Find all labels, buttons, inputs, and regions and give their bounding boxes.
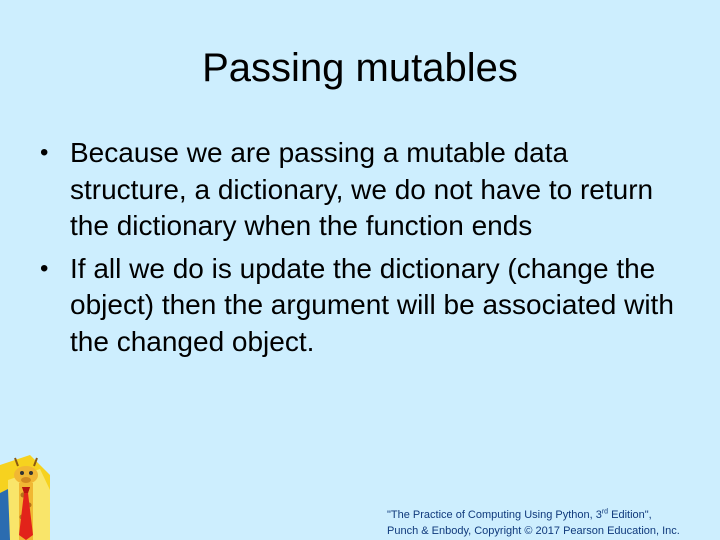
bullet-text: Because we are passing a mutable data st…: [70, 137, 654, 241]
copyright-footer: "The Practice of Computing Using Python,…: [387, 507, 707, 539]
giraffe-with-tie-icon: [0, 455, 50, 540]
bullet-marker: •: [40, 254, 49, 282]
slide: Passing mutables • Because we are passin…: [0, 0, 720, 540]
footer-line-1: "The Practice of Computing Using Python,…: [387, 508, 652, 521]
bullet-item: • Because we are passing a mutable data …: [40, 135, 680, 245]
bullet-text: If all we do is update the dictionary (c…: [70, 252, 674, 357]
bullet-item: • If all we do is update the dictionary …: [40, 251, 680, 361]
footer-line-2: Punch & Enbody, Copyright © 2017 Pearson…: [387, 525, 680, 537]
slide-title: Passing mutables: [202, 46, 518, 90]
bullet-list: • Because we are passing a mutable data …: [40, 135, 680, 366]
bullet-marker: •: [40, 139, 49, 166]
